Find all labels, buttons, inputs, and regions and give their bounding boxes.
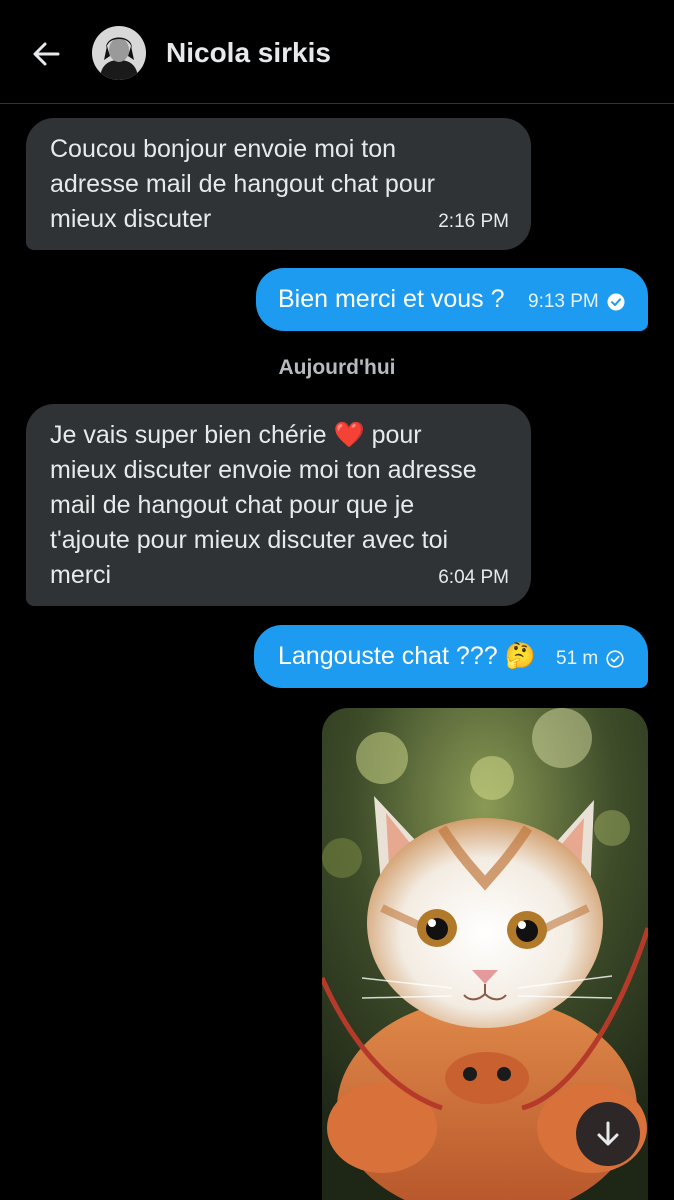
conversation-header: Nicola sirkis [0, 0, 674, 104]
message-bubble-incoming[interactable]: Coucou bonjour envoie moi ton adresse ma… [26, 118, 531, 250]
message-bubble-outgoing[interactable]: Langouste chat ??? 🤔 51 m [254, 625, 648, 688]
contact-name[interactable]: Nicola sirkis [166, 34, 331, 72]
message-timestamp: 6:04 PM [438, 567, 509, 588]
message-line: Coucou bonjour envoie moi ton [50, 135, 397, 163]
message-text: Langouste chat ??? 🤔 [278, 639, 536, 674]
message-line: mieux discuter envoie moi ton adresse [50, 456, 477, 484]
message-line-start: Je vais super bien chérie [50, 421, 327, 449]
message-timestamp: 51 m [556, 648, 599, 669]
back-button[interactable] [24, 32, 68, 76]
message-bubble-outgoing[interactable]: Bien merci et vous ? 9:13 PM [256, 268, 648, 331]
message-line-end: pour [371, 421, 422, 449]
message-text-body: Langouste chat ??? [278, 642, 498, 670]
message-bubble-incoming[interactable]: Je vais super bien chérie ❤️ pour mieux … [26, 404, 531, 606]
sent-check-icon [606, 650, 624, 668]
thinking-face-emoji-icon: 🤔 [504, 642, 536, 670]
message-timestamp: 2:16 PM [438, 211, 509, 232]
red-heart-emoji-icon: ❤️ [333, 421, 365, 449]
scroll-to-bottom-button[interactable] [576, 1102, 640, 1166]
arrow-left-icon [33, 42, 60, 66]
message-line: mail de hangout chat pour que je [50, 491, 415, 519]
avatar[interactable] [92, 26, 146, 80]
message-text: Bien merci et vous ? [278, 285, 505, 313]
profile-photo-icon [92, 26, 146, 80]
message-line: adresse mail de hangout chat pour [50, 170, 435, 198]
message-line: t'ajoute pour mieux discuter avec toi [50, 526, 449, 554]
arrow-down-icon [597, 1121, 619, 1146]
read-check-icon [607, 293, 625, 311]
date-separator: Aujourd'hui [278, 356, 396, 379]
message-timestamp: 9:13 PM [528, 291, 599, 312]
message-line: Je vais super bien chérie ❤️ pour [50, 418, 520, 453]
